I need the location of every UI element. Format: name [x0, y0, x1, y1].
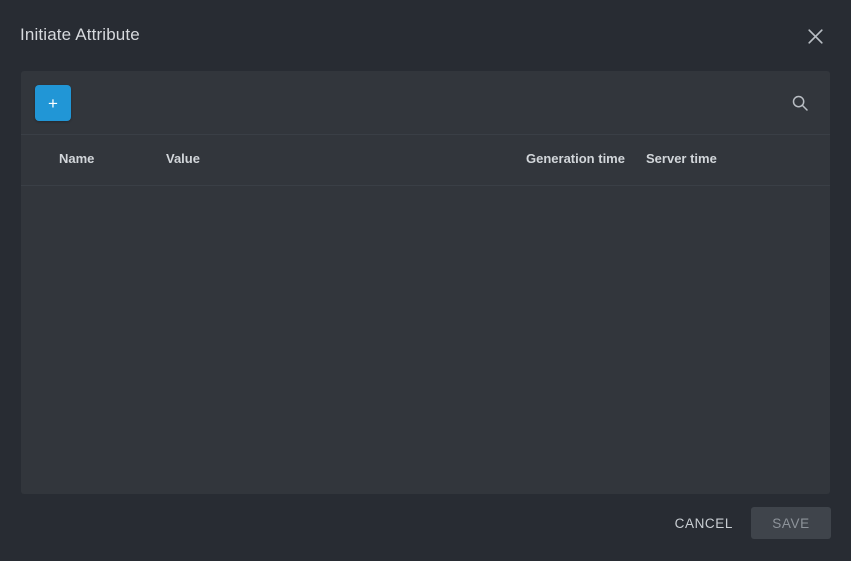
column-header-server-time[interactable]: Server time	[646, 151, 717, 166]
column-header-name[interactable]: Name	[59, 151, 94, 166]
table-header-row: Name Value Generation time Server time	[21, 135, 830, 186]
dialog-footer: CANCEL SAVE	[0, 494, 851, 561]
table-toolbar: +	[21, 71, 830, 135]
initiate-attribute-dialog: Initiate Attribute + Name Value Generati…	[0, 0, 851, 561]
close-icon	[807, 28, 824, 45]
dialog-header: Initiate Attribute	[0, 0, 851, 71]
search-icon	[791, 94, 809, 112]
search-button[interactable]	[784, 87, 816, 119]
save-button[interactable]: SAVE	[751, 507, 831, 539]
add-attribute-button[interactable]: +	[35, 85, 71, 121]
cancel-button[interactable]: CANCEL	[661, 507, 747, 539]
column-header-value[interactable]: Value	[166, 151, 200, 166]
plus-icon: +	[48, 93, 58, 113]
page-title: Initiate Attribute	[20, 25, 140, 44]
attribute-table-card: + Name Value Generation time Server time	[21, 71, 830, 494]
close-button[interactable]	[800, 21, 830, 51]
table-body-empty	[21, 186, 830, 492]
column-header-generation-time[interactable]: Generation time	[526, 151, 625, 166]
